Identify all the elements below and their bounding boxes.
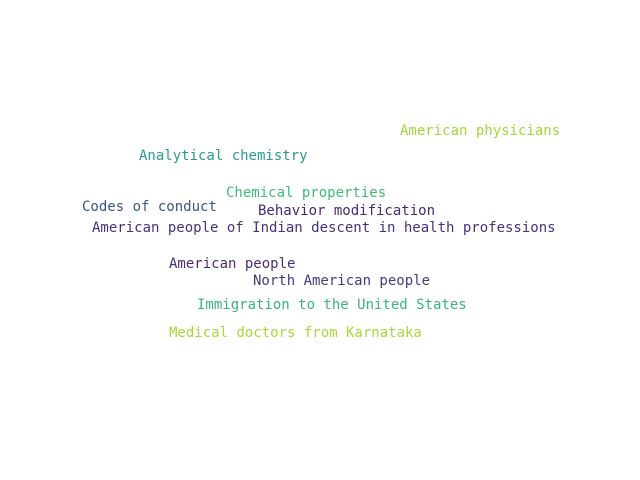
word-codes-of-conduct: Codes of conduct	[82, 199, 217, 215]
word-behavior-modification: Behavior modification	[258, 203, 436, 219]
word-analytical-chemistry: Analytical chemistry	[139, 148, 308, 164]
word-american-physicians: American physicians	[400, 123, 561, 139]
word-american-people-of-indian-descent-in-health-professions: American people of Indian descent in hea…	[92, 220, 556, 236]
word-cloud: American physicians Analytical chemistry…	[0, 0, 640, 480]
word-north-american-people: North American people	[253, 273, 431, 289]
word-american-people: American people	[169, 256, 296, 272]
word-immigration-to-the-united-states: Immigration to the United States	[197, 297, 467, 313]
word-medical-doctors-from-karnataka: Medical doctors from Karnataka	[169, 325, 422, 341]
word-chemical-properties: Chemical properties	[226, 185, 387, 201]
